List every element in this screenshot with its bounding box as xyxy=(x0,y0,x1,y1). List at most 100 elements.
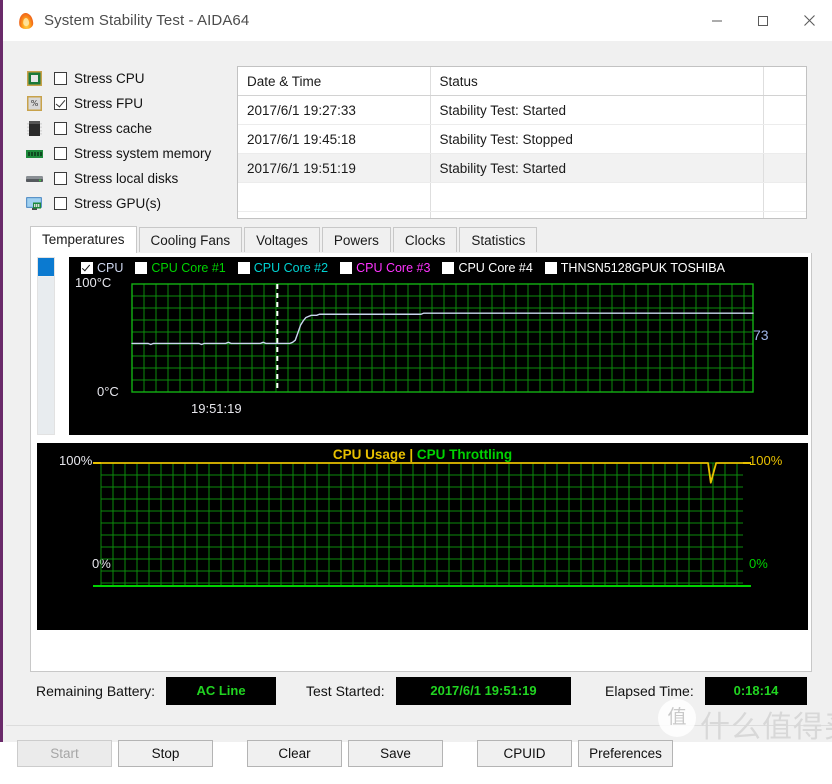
tab-temperatures[interactable]: Temperatures xyxy=(30,226,137,253)
log-blank xyxy=(763,153,806,183)
stress-cpu-checkbox[interactable] xyxy=(54,72,67,85)
tab-cooling-fans[interactable]: Cooling Fans xyxy=(138,227,243,252)
stress-gpu-checkbox[interactable] xyxy=(54,197,67,210)
preferences-button[interactable]: Preferences xyxy=(578,740,673,767)
stress-option-cpu[interactable]: Stress CPU xyxy=(25,66,230,91)
scrollbar-thumb[interactable] xyxy=(38,258,54,276)
aida64-stability-window: System Stability Test - AIDA64 Stress CP… xyxy=(0,0,832,767)
legend-label: CPU Core #4 xyxy=(458,261,533,275)
table-row[interactable]: 2017/6/1 19:27:33 Stability Test: Starte… xyxy=(238,95,806,125)
button-bar: Start Stop Clear Save CPUID Preferences xyxy=(6,725,832,784)
legend-item-core3[interactable]: CPU Core #3 xyxy=(340,261,430,275)
elapsed-time-value: 0:18:14 xyxy=(705,677,807,705)
column-header-blank[interactable] xyxy=(763,67,806,96)
usage-graph-svg xyxy=(93,462,751,587)
column-header-status[interactable]: Status xyxy=(430,67,764,96)
log-datetime xyxy=(238,211,431,218)
clear-button[interactable]: Clear xyxy=(247,740,342,767)
table-row[interactable] xyxy=(238,211,806,218)
log-status: Stability Test: Started xyxy=(430,153,764,183)
test-started-label: Test Started: xyxy=(306,683,385,699)
status-bar: Remaining Battery: AC Line Test Started:… xyxy=(6,677,832,717)
scrollbar-track[interactable] xyxy=(38,277,54,434)
graphs-container: CPU CPU Core #1 CPU Core #2 CPU Core #3 xyxy=(30,253,812,672)
legend-item-ssd[interactable]: THNSN5128GPUK TOSHIBA xyxy=(544,261,725,275)
column-header-datetime[interactable]: Date & Time xyxy=(238,67,431,96)
tab-voltages[interactable]: Voltages xyxy=(244,227,320,252)
tab-clocks[interactable]: Clocks xyxy=(392,227,458,252)
stress-option-label: Stress system memory xyxy=(74,146,212,161)
tab-powers[interactable]: Powers xyxy=(321,227,391,252)
stress-option-label: Stress local disks xyxy=(74,171,179,186)
svg-text:%: % xyxy=(31,99,39,108)
log-datetime: 2017/6/1 19:45:18 xyxy=(238,124,431,154)
elapsed-time-label: Elapsed Time: xyxy=(605,683,694,699)
close-icon[interactable] xyxy=(786,0,832,41)
test-started-value: 2017/6/1 19:51:19 xyxy=(396,677,571,705)
legend-checkbox[interactable] xyxy=(81,262,93,274)
legend-label: THNSN5128GPUK TOSHIBA xyxy=(560,261,725,275)
stress-option-fpu[interactable]: % Stress FPU xyxy=(25,91,230,116)
stress-option-label: Stress CPU xyxy=(74,71,145,86)
legend-label: CPU Core #2 xyxy=(253,261,329,275)
cache-chip-icon xyxy=(25,120,44,137)
stress-option-cache[interactable]: Stress cache xyxy=(25,116,230,141)
start-button[interactable]: Start xyxy=(17,740,112,767)
table-header-row: Date & Time Status xyxy=(238,67,806,96)
status-log-table[interactable]: Date & Time Status 2017/6/1 19:27:33 Sta… xyxy=(237,66,807,219)
legend-label: CPU Core #3 xyxy=(356,261,431,275)
log-status: Stability Test: Started xyxy=(430,95,764,125)
stop-button[interactable]: Stop xyxy=(118,740,213,767)
log-blank xyxy=(763,95,806,125)
stress-disks-checkbox[interactable] xyxy=(54,172,67,185)
tab-bar: Temperatures Cooling Fans Voltages Power… xyxy=(30,226,812,254)
temperature-chart: CPU CPU Core #1 CPU Core #2 CPU Core #3 xyxy=(69,257,808,435)
table-row[interactable]: 2017/6/1 19:51:19 Stability Test: Starte… xyxy=(238,153,806,183)
stress-cache-checkbox[interactable] xyxy=(54,122,67,135)
fpu-chip-icon: % xyxy=(25,95,44,112)
window-controls xyxy=(694,0,832,41)
legend-checkbox[interactable] xyxy=(135,262,148,274)
cpuid-button[interactable]: CPUID xyxy=(477,740,572,767)
battery-label: Remaining Battery: xyxy=(36,683,156,699)
legend-item-core2[interactable]: CPU Core #2 xyxy=(237,261,329,275)
legend-item-core4[interactable]: CPU Core #4 xyxy=(442,261,533,275)
legend-label: CPU xyxy=(97,261,124,275)
gpu-monitor-icon xyxy=(25,195,44,212)
title-bar: System Stability Test - AIDA64 xyxy=(3,0,832,41)
log-blank xyxy=(763,124,806,154)
stress-options-list: Stress CPU % Stress FPU Stress cache Str… xyxy=(25,66,230,216)
temperature-graph-svg xyxy=(131,283,754,393)
table-row[interactable]: 2017/6/1 19:45:18 Stability Test: Stoppe… xyxy=(238,124,806,154)
stress-option-memory[interactable]: Stress system memory xyxy=(25,141,230,166)
stress-memory-checkbox[interactable] xyxy=(54,147,67,160)
battery-value: AC Line xyxy=(166,677,276,705)
hard-disk-icon xyxy=(25,170,44,187)
legend-checkbox[interactable] xyxy=(544,262,557,274)
log-blank xyxy=(763,182,806,212)
legend-item-core1[interactable]: CPU Core #1 xyxy=(135,261,226,275)
log-status xyxy=(430,211,764,218)
minimize-icon[interactable] xyxy=(694,0,740,41)
stress-option-disks[interactable]: Stress local disks xyxy=(25,166,230,191)
log-status: Stability Test: Stopped xyxy=(430,124,764,154)
log-datetime: 2017/6/1 19:27:33 xyxy=(238,95,431,125)
table-row[interactable] xyxy=(238,182,806,212)
legend-item-cpu[interactable]: CPU xyxy=(81,261,123,275)
legend-checkbox[interactable] xyxy=(237,262,250,274)
log-blank xyxy=(763,211,806,218)
memory-module-icon xyxy=(25,145,44,162)
legend-checkbox[interactable] xyxy=(340,262,353,274)
log-status xyxy=(430,182,764,212)
legend-checkbox[interactable] xyxy=(442,262,455,274)
maximize-icon[interactable] xyxy=(740,0,786,41)
log-datetime xyxy=(238,182,431,212)
save-button[interactable]: Save xyxy=(348,740,443,767)
stress-fpu-checkbox[interactable] xyxy=(54,97,67,110)
tab-statistics[interactable]: Statistics xyxy=(459,227,538,252)
stress-option-gpu[interactable]: Stress GPU(s) xyxy=(25,191,230,216)
flame-icon xyxy=(17,11,35,30)
temperature-legend: CPU CPU Core #1 CPU Core #2 CPU Core #3 xyxy=(81,259,737,277)
cpu-chip-icon xyxy=(25,70,44,87)
graph-vertical-scrollbar[interactable] xyxy=(37,257,55,435)
